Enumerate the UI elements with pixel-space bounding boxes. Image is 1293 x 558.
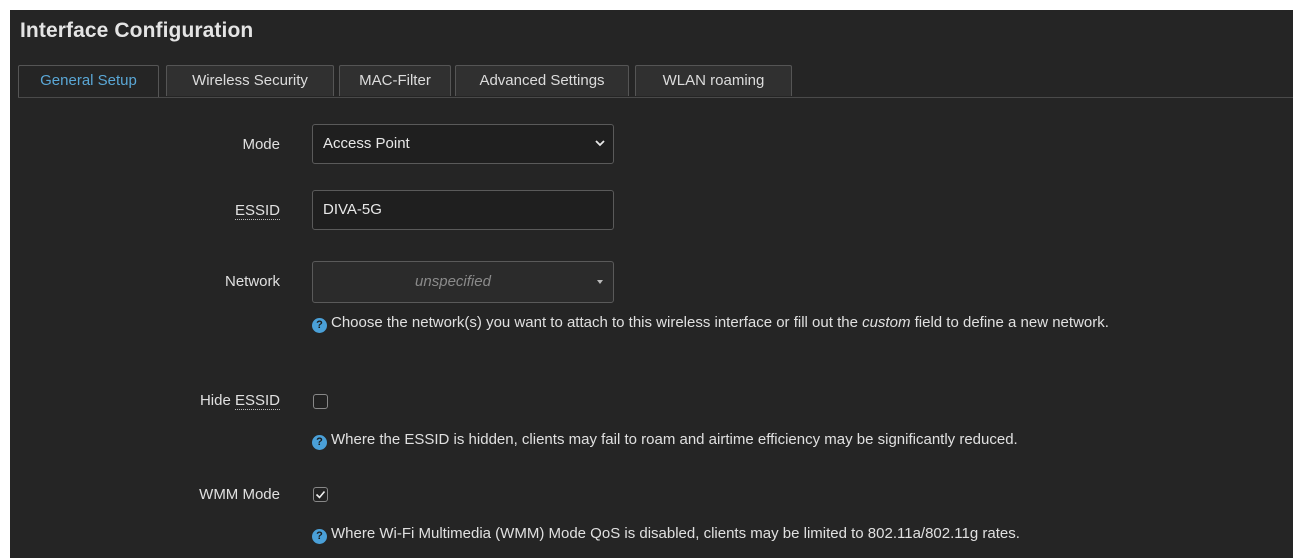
network-help-custom: custom (862, 314, 911, 331)
checkmark-icon (315, 490, 326, 499)
hide-essid-help: ? Where the ESSID is hidden, clients may … (312, 431, 1262, 450)
network-placeholder: unspecified (415, 273, 491, 290)
essid-input[interactable]: DIVA-5G (312, 190, 614, 230)
caret-down-icon (597, 280, 603, 284)
network-label: Network (224, 273, 280, 290)
page-title: Interface Configuration (20, 19, 254, 42)
hide-essid-help-text: Where the ESSID is hidden, clients may f… (331, 431, 1018, 448)
tab-general-setup[interactable]: General Setup (18, 65, 159, 97)
tab-wireless-security[interactable]: Wireless Security (166, 65, 334, 96)
tab-wlan-roaming[interactable]: WLAN roaming (635, 65, 792, 96)
essid-abbr: ESSID (234, 202, 280, 220)
wmm-mode-label: WMM Mode (199, 486, 280, 503)
tab-mac-filter[interactable]: MAC-Filter (339, 65, 451, 96)
mode-value: Access Point (323, 135, 410, 152)
wmm-mode-checkbox[interactable] (313, 487, 328, 502)
network-help: ? Choose the network(s) you want to attac… (312, 314, 1212, 333)
wmm-mode-help: ? Where Wi-Fi Multimedia (WMM) Mode QoS i… (312, 525, 1262, 544)
hide-essid-abbr: ESSID (234, 392, 280, 410)
mode-label: Mode (242, 136, 280, 153)
network-dropdown[interactable]: unspecified (312, 261, 614, 303)
tab-bar: General Setup Wireless Security MAC-Filt… (18, 65, 1293, 98)
question-circle-icon: ? (312, 529, 327, 544)
question-circle-icon: ? (312, 435, 327, 450)
essid-label: ESSID (80, 202, 280, 220)
mode-select[interactable]: Access Point (312, 124, 614, 164)
interface-configuration-panel: Interface Configuration General Setup Wi… (10, 10, 1293, 558)
wmm-mode-help-text: Where Wi-Fi Multimedia (WMM) Mode QoS is… (331, 525, 1020, 542)
question-circle-icon: ? (312, 318, 327, 333)
network-help-text-1: Choose the network(s) you want to attach… (331, 314, 863, 331)
essid-value: DIVA-5G (323, 201, 382, 218)
network-help-text-2: field to define a new network. (910, 314, 1109, 331)
hide-essid-checkbox[interactable] (313, 394, 328, 409)
tab-advanced-settings[interactable]: Advanced Settings (455, 65, 629, 96)
hide-essid-label: Hide ESSID (199, 392, 280, 410)
chevron-down-icon (595, 140, 605, 147)
